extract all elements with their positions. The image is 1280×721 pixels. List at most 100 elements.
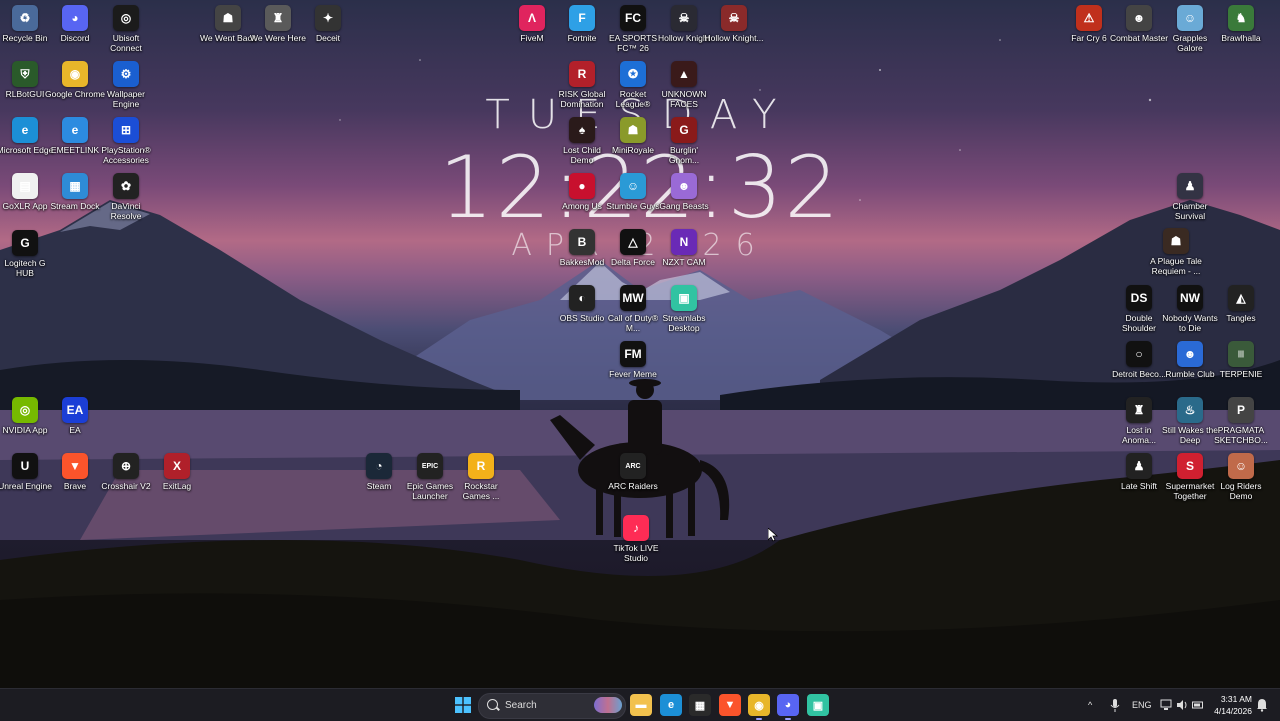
deceit-icon: ✦ — [315, 5, 341, 31]
chamber-survival-icon: ♟ — [1177, 173, 1203, 199]
desktop-shortcut[interactable]: EA EA — [45, 394, 105, 435]
desktop-shortcut[interactable]: ||| TERPENIE — [1211, 338, 1271, 379]
desktop-shortcut-label: UNKNOWN FACES — [661, 89, 707, 109]
desktop-shortcut-label: Rockstar Games ... — [462, 481, 500, 501]
network-icon[interactable] — [1160, 699, 1172, 711]
desktop-shortcut-label: Brawlhalla — [1221, 33, 1261, 43]
lost-child-icon: ♠ — [569, 117, 595, 143]
miniroyale-icon: ☗ — [620, 117, 646, 143]
desktop-shortcut[interactable]: ✦ Deceit — [298, 2, 358, 43]
fever-meme-icon: FM — [620, 341, 646, 367]
desktop-shortcut[interactable]: ♟ Chamber Survival — [1160, 170, 1220, 221]
detroit-icon: ○ — [1126, 341, 1152, 367]
bakkesmod-icon: B — [569, 229, 595, 255]
desktop-shortcut[interactable]: FM Fever Meme — [603, 338, 663, 379]
taskbar-clock[interactable]: 3:31 AM 4/14/2026 — [1214, 693, 1252, 717]
rlbot-icon: ⛨ — [12, 61, 38, 87]
taskbar-search-box[interactable]: Search — [478, 693, 626, 719]
desktop-shortcut[interactable]: ☗ A Plague Tale Requiem - ... — [1146, 225, 1206, 276]
desktop-shortcut[interactable]: ⊞ PlayStation® Accessories — [96, 114, 156, 165]
desktop-shortcut-label: Deceit — [315, 33, 341, 43]
ea-icon: EA — [62, 397, 88, 423]
taskbar-date: 4/14/2026 — [1214, 706, 1252, 716]
desktop-shortcut[interactable]: G Burglin' Gnom... — [654, 114, 714, 165]
chrome-icon[interactable]: ◉ — [748, 694, 770, 716]
windows-logo-icon — [455, 697, 471, 713]
desktop-shortcut-label: ARC Raiders — [608, 481, 658, 491]
among-us-icon: ● — [569, 173, 595, 199]
desktop-shortcut[interactable]: ✿ DaVinci Resolve — [96, 170, 156, 221]
desktop-shortcut[interactable]: ◎ Ubisoft Connect — [96, 2, 156, 53]
risk-icon: R — [569, 61, 595, 87]
still-wakes-icon: ♨ — [1177, 397, 1203, 423]
desktop-shortcut-label: A Plague Tale Requiem - ... — [1150, 256, 1202, 276]
desktop-shortcut-label: EA — [69, 425, 81, 435]
tray-overflow-button[interactable]: ^ — [1088, 689, 1092, 721]
plague-tale-icon: ☗ — [1163, 228, 1189, 254]
fortnite-icon: F — [569, 5, 595, 31]
discord-icon[interactable]: ◕ — [777, 694, 799, 716]
desktop-shortcut[interactable]: N NZXT CAM — [654, 226, 714, 267]
arc-raiders-icon: ARC — [620, 453, 646, 479]
double-shoulder-icon: DS — [1126, 285, 1152, 311]
delta-force-icon: △ — [620, 229, 646, 255]
taskbar: Search ▬ e ▦ ▼ ◉ ◕ ▣ ^ ENG 3:31 AM 4/14/2026 — [0, 688, 1280, 721]
brawlhalla-icon: ♞ — [1228, 5, 1254, 31]
desktop-shortcut[interactable]: ♪ TikTok LIVE Studio — [606, 512, 666, 563]
desktop-shortcut-label: Burglin' Gnom... — [668, 145, 700, 165]
streamlabs-icon[interactable]: ▣ — [807, 694, 829, 716]
desktop-shortcut[interactable]: ⚙ Wallpaper Engine — [96, 58, 156, 109]
search-highlight-art — [594, 697, 622, 713]
combat-master-icon: ☻ — [1126, 5, 1152, 31]
we-went-back-icon: ☗ — [215, 5, 241, 31]
edge-icon[interactable]: e — [660, 694, 682, 716]
fivem-icon: Λ — [519, 5, 545, 31]
language-label: ENG — [1132, 700, 1152, 710]
volume-icon[interactable] — [1176, 699, 1188, 711]
rumble-club-icon: ☻ — [1177, 341, 1203, 367]
search-icon — [487, 699, 498, 710]
nvidia-icon: ◎ — [12, 397, 38, 423]
desktop-shortcut[interactable]: ☠ Hollow Knight... — [704, 2, 764, 43]
start-button[interactable] — [452, 694, 474, 716]
chrome-icon: ◉ — [62, 61, 88, 87]
log-riders-icon: ☺ — [1228, 453, 1254, 479]
epic-games-icon: EPIC — [417, 453, 443, 479]
microphone-icon[interactable] — [1110, 699, 1120, 712]
desktop-shortcut[interactable]: R Rockstar Games ... — [451, 450, 511, 501]
rockstar-icon: R — [468, 453, 494, 479]
desktop-shortcut[interactable]: ☺ Log Riders Demo — [1211, 450, 1271, 501]
burglin-gnomes-icon: G — [671, 117, 697, 143]
desktop-shortcut[interactable]: ARC ARC Raiders — [603, 450, 663, 491]
desktop-shortcut-label: Chamber Survival — [1172, 201, 1208, 221]
desktop-shortcut[interactable]: ♞ Brawlhalla — [1211, 2, 1271, 43]
file-explorer-icon[interactable]: ▬ — [630, 694, 652, 716]
gang-beasts-icon: ☻ — [671, 173, 697, 199]
nzxt-icon: N — [671, 229, 697, 255]
microsoft-store-icon[interactable]: ▦ — [689, 694, 711, 716]
desktop-shortcut[interactable]: X ExitLag — [147, 450, 207, 491]
language-indicator[interactable]: ENG — [1132, 689, 1152, 721]
desktop-shortcut[interactable]: ▲ UNKNOWN FACES — [654, 58, 714, 109]
brave-icon[interactable]: ▼ — [719, 694, 741, 716]
desktop-shortcut-label: Ubisoft Connect — [110, 33, 142, 53]
emeetlink-icon: e — [62, 117, 88, 143]
grapples-galore-icon: ☺ — [1177, 5, 1203, 31]
desktop-shortcut[interactable]: P PRAGMATA SKETCHBO... — [1211, 394, 1271, 445]
desktop-shortcut-label: NZXT CAM — [662, 257, 706, 267]
desktop-shortcut[interactable]: ▣ Streamlabs Desktop — [654, 282, 714, 333]
rocket-league-icon: ✪ — [620, 61, 646, 87]
recycle-bin-icon: ♻ — [12, 5, 38, 31]
desktop-shortcut-label: TERPENIE — [1219, 369, 1263, 379]
desktop-shortcut[interactable]: ☻ Gang Beasts — [654, 170, 714, 211]
we-were-here-icon: ♜ — [265, 5, 291, 31]
hollow-knight-silksong-icon: ☠ — [721, 5, 747, 31]
desktop-shortcut-label: Streamlabs Desktop — [662, 313, 706, 333]
desktop-shortcut[interactable]: G Logitech G HUB — [0, 227, 55, 278]
brave-icon: ▼ — [62, 453, 88, 479]
tiktok-live-icon: ♪ — [623, 515, 649, 541]
unknown-faces-icon: ▲ — [671, 61, 697, 87]
notification-bell-icon[interactable] — [1256, 698, 1268, 712]
battery-icon[interactable] — [1192, 699, 1204, 711]
desktop-shortcut[interactable]: ◭ Tangles — [1211, 282, 1271, 323]
